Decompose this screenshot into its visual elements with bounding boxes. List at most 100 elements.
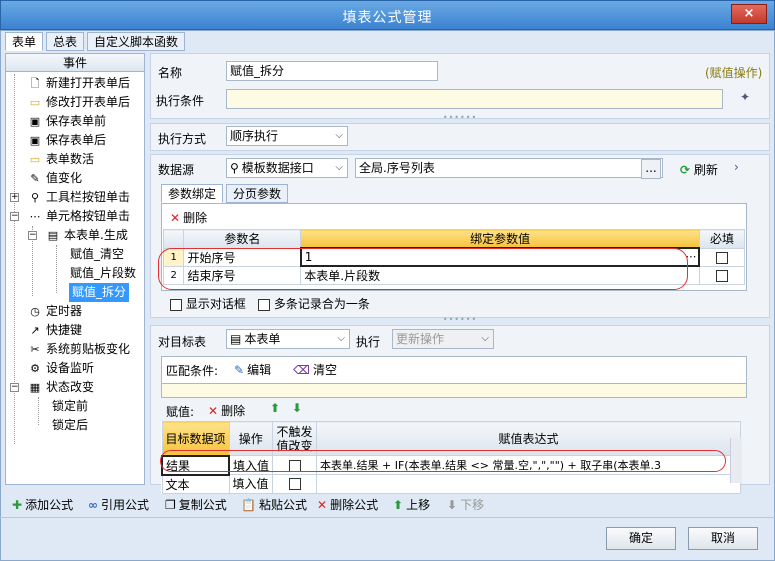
datasource-path-input[interactable]: 全局.序号列表	[355, 158, 663, 178]
tree-item-timer[interactable]: ◷ 定时器	[28, 302, 82, 321]
refresh-icon: ⟳	[680, 163, 691, 177]
condition-input[interactable]	[226, 89, 723, 109]
tree-item-clipboard[interactable]: ✂ 系统剪贴板变化	[28, 340, 130, 359]
browse-button[interactable]: ...	[641, 159, 661, 179]
scrollbar[interactable]	[730, 438, 742, 483]
col-target-item: 目标数据项	[161, 421, 230, 456]
copy-icon: ❐	[165, 498, 176, 512]
status-icon: ▦	[29, 381, 41, 394]
tree-item-form-data[interactable]: ▭ 表单数活	[28, 150, 94, 169]
tree-item-cell-button-click[interactable]: ⋯ 单元格按钮单击	[28, 207, 131, 226]
match-label: 匹配条件:	[166, 364, 219, 378]
edit-icon: ✎	[30, 172, 40, 185]
timer-icon: ◷	[30, 305, 40, 318]
move-up-icon[interactable]: ⬆	[270, 401, 280, 415]
merge-records-option[interactable]: 多条记录合为一条	[258, 295, 370, 312]
ellipsis-icon: ⋯	[29, 210, 41, 223]
exec-label: 执行	[356, 335, 381, 349]
exec-select[interactable]: 更新操作 ⌵	[392, 329, 494, 349]
condition-label: 执行条件	[156, 94, 205, 108]
up-arrow-icon: ⬆	[393, 498, 404, 512]
tree-item-assign-segments[interactable]: 赋值_片段数	[70, 264, 136, 283]
required-checkbox[interactable]	[715, 269, 728, 282]
tab-summary[interactable]: 总表	[46, 32, 85, 51]
tree-item-assign-clear[interactable]: 赋值_清空	[70, 245, 124, 264]
tree-item-before-lock[interactable]: 锁定前	[52, 397, 88, 416]
show-dialog-option[interactable]: 显示对话框	[170, 295, 246, 312]
no-trigger-checkbox[interactable]	[288, 478, 301, 491]
table-row[interactable]: 2 结束序号 本表单.片段数	[162, 265, 746, 285]
splitter-grip[interactable]: ••••••	[440, 114, 480, 122]
chevron-down-icon: ⌵	[337, 333, 345, 344]
datasource-select[interactable]: ⚲ 模板数据接口 ⌵	[226, 158, 348, 178]
formula-editor: 名称 赋值_拆分 (赋值操作) 执行条件 ✦ •••••• 执行方式 顺序执行 ⌵…	[150, 53, 770, 494]
table-row[interactable]: 文本 填入值	[161, 474, 741, 494]
copy-formula-button[interactable]: ❐ 复制公式	[165, 496, 227, 513]
splitter-grip[interactable]: ••••••	[440, 316, 480, 324]
tree-item-after-save[interactable]: ▣ 保存表单后	[28, 131, 106, 150]
tree-item-new-open[interactable]: 🗋 新建打开表单后	[28, 74, 130, 93]
scissors-icon: ✂	[30, 343, 40, 356]
tree-item-edit-open[interactable]: ▭ 修改打开表单后	[28, 93, 130, 112]
ok-button[interactable]: 确定	[606, 527, 676, 550]
match-expression[interactable]	[161, 384, 747, 398]
param-delete-button[interactable]: ✕ 删除	[170, 209, 207, 226]
table-row[interactable]: 1 开始序号 1 ⋯	[162, 247, 746, 267]
tree-item-before-save[interactable]: ▣ 保存表单前	[28, 112, 106, 131]
cancel-button[interactable]: 取消	[688, 527, 758, 550]
more-icon[interactable]: ›	[734, 160, 739, 174]
col-required: 必填	[698, 229, 746, 249]
form-icon: ▤	[47, 229, 59, 242]
tree-item-generate[interactable]: ▤ 本表单.生成	[46, 226, 128, 245]
tree-item-value-change[interactable]: ✎ 值变化	[28, 169, 82, 188]
param-table: 参数名 绑定参数值 必填 1 开始序号 1 ⋯ 2 结束序号 本表单.片段数	[162, 229, 746, 285]
folder-icon: ▭	[29, 153, 41, 166]
tree-item-status-change[interactable]: ▦ 状态改变	[28, 378, 94, 397]
tree-item-after-lock[interactable]: 锁定后	[52, 416, 88, 435]
save-icon: ▣	[29, 134, 41, 147]
add-formula-button[interactable]: ✚ 添加公式	[12, 496, 73, 513]
tab-paging-params[interactable]: 分页参数	[226, 184, 289, 203]
tab-custom-script[interactable]: 自定义脚本函数	[87, 32, 186, 51]
save-icon: ▣	[29, 115, 41, 128]
tab-param-binding[interactable]: 参数绑定	[161, 184, 224, 203]
match-edit-button[interactable]: ✎ 编辑	[234, 361, 271, 378]
tab-form[interactable]: 表单	[5, 32, 44, 51]
collapse-cell-button-icon[interactable]: −	[10, 212, 19, 221]
col-operation: 操作	[228, 421, 274, 456]
plus-icon: ✚	[12, 498, 23, 512]
name-input[interactable]: 赋值_拆分	[226, 61, 438, 81]
required-checkbox[interactable]	[716, 251, 729, 264]
window-title: 填表公式管理	[342, 10, 433, 26]
tree-item-assign-split[interactable]: 赋值_拆分	[69, 283, 130, 302]
target-table-select[interactable]: ▤ 本表单 ⌵	[226, 329, 350, 349]
chevron-down-icon: ⌵	[335, 130, 343, 141]
show-dialog-checkbox[interactable]	[170, 298, 182, 311]
merge-records-checkbox[interactable]	[258, 298, 270, 311]
tree-item-device[interactable]: ⚙ 设备监听	[28, 359, 94, 378]
collapse-status-icon[interactable]: −	[10, 383, 19, 392]
cell-browse-icon[interactable]: ⋯	[685, 250, 696, 263]
refresh-button[interactable]: ⟳ 刷新	[680, 161, 718, 178]
no-trigger-checkbox[interactable]	[288, 459, 301, 472]
delete-icon: ✕	[170, 211, 181, 225]
mode-select[interactable]: 顺序执行 ⌵	[226, 126, 348, 146]
wand-icon[interactable]: ✦	[740, 90, 750, 104]
col-expression: 赋值表达式	[316, 421, 741, 456]
move-down-icon[interactable]: ⬇	[292, 401, 302, 415]
close-button[interactable]: ×	[731, 4, 767, 24]
assign-delete-button[interactable]: ✕ 删除	[208, 402, 245, 419]
move-down-button[interactable]: ⬇ 下移	[447, 496, 484, 513]
move-up-button[interactable]: ⬆ 上移	[393, 496, 430, 513]
ref-formula-button[interactable]: ∞ 引用公式	[88, 496, 149, 513]
delete-formula-button[interactable]: ✕ 删除公式	[317, 496, 378, 513]
match-clear-button[interactable]: ⌫ 清空	[293, 361, 337, 378]
expand-toolbar-icon[interactable]: +	[10, 193, 19, 202]
table-row[interactable]: 结果 填入值 本表单.结果 + IF(本表单.结果 <> 常量.空,",",""…	[160, 454, 741, 476]
paste-formula-button[interactable]: 📋 粘贴公式	[241, 496, 307, 513]
name-label: 名称	[158, 66, 183, 80]
tree-item-toolbar-click[interactable]: ⚲ 工具栏按钮单击	[28, 188, 130, 207]
collapse-generate-icon[interactable]: −	[28, 231, 37, 240]
tree-item-hotkey[interactable]: ↗ 快捷键	[28, 321, 82, 340]
target-label: 对目标表	[158, 335, 207, 349]
